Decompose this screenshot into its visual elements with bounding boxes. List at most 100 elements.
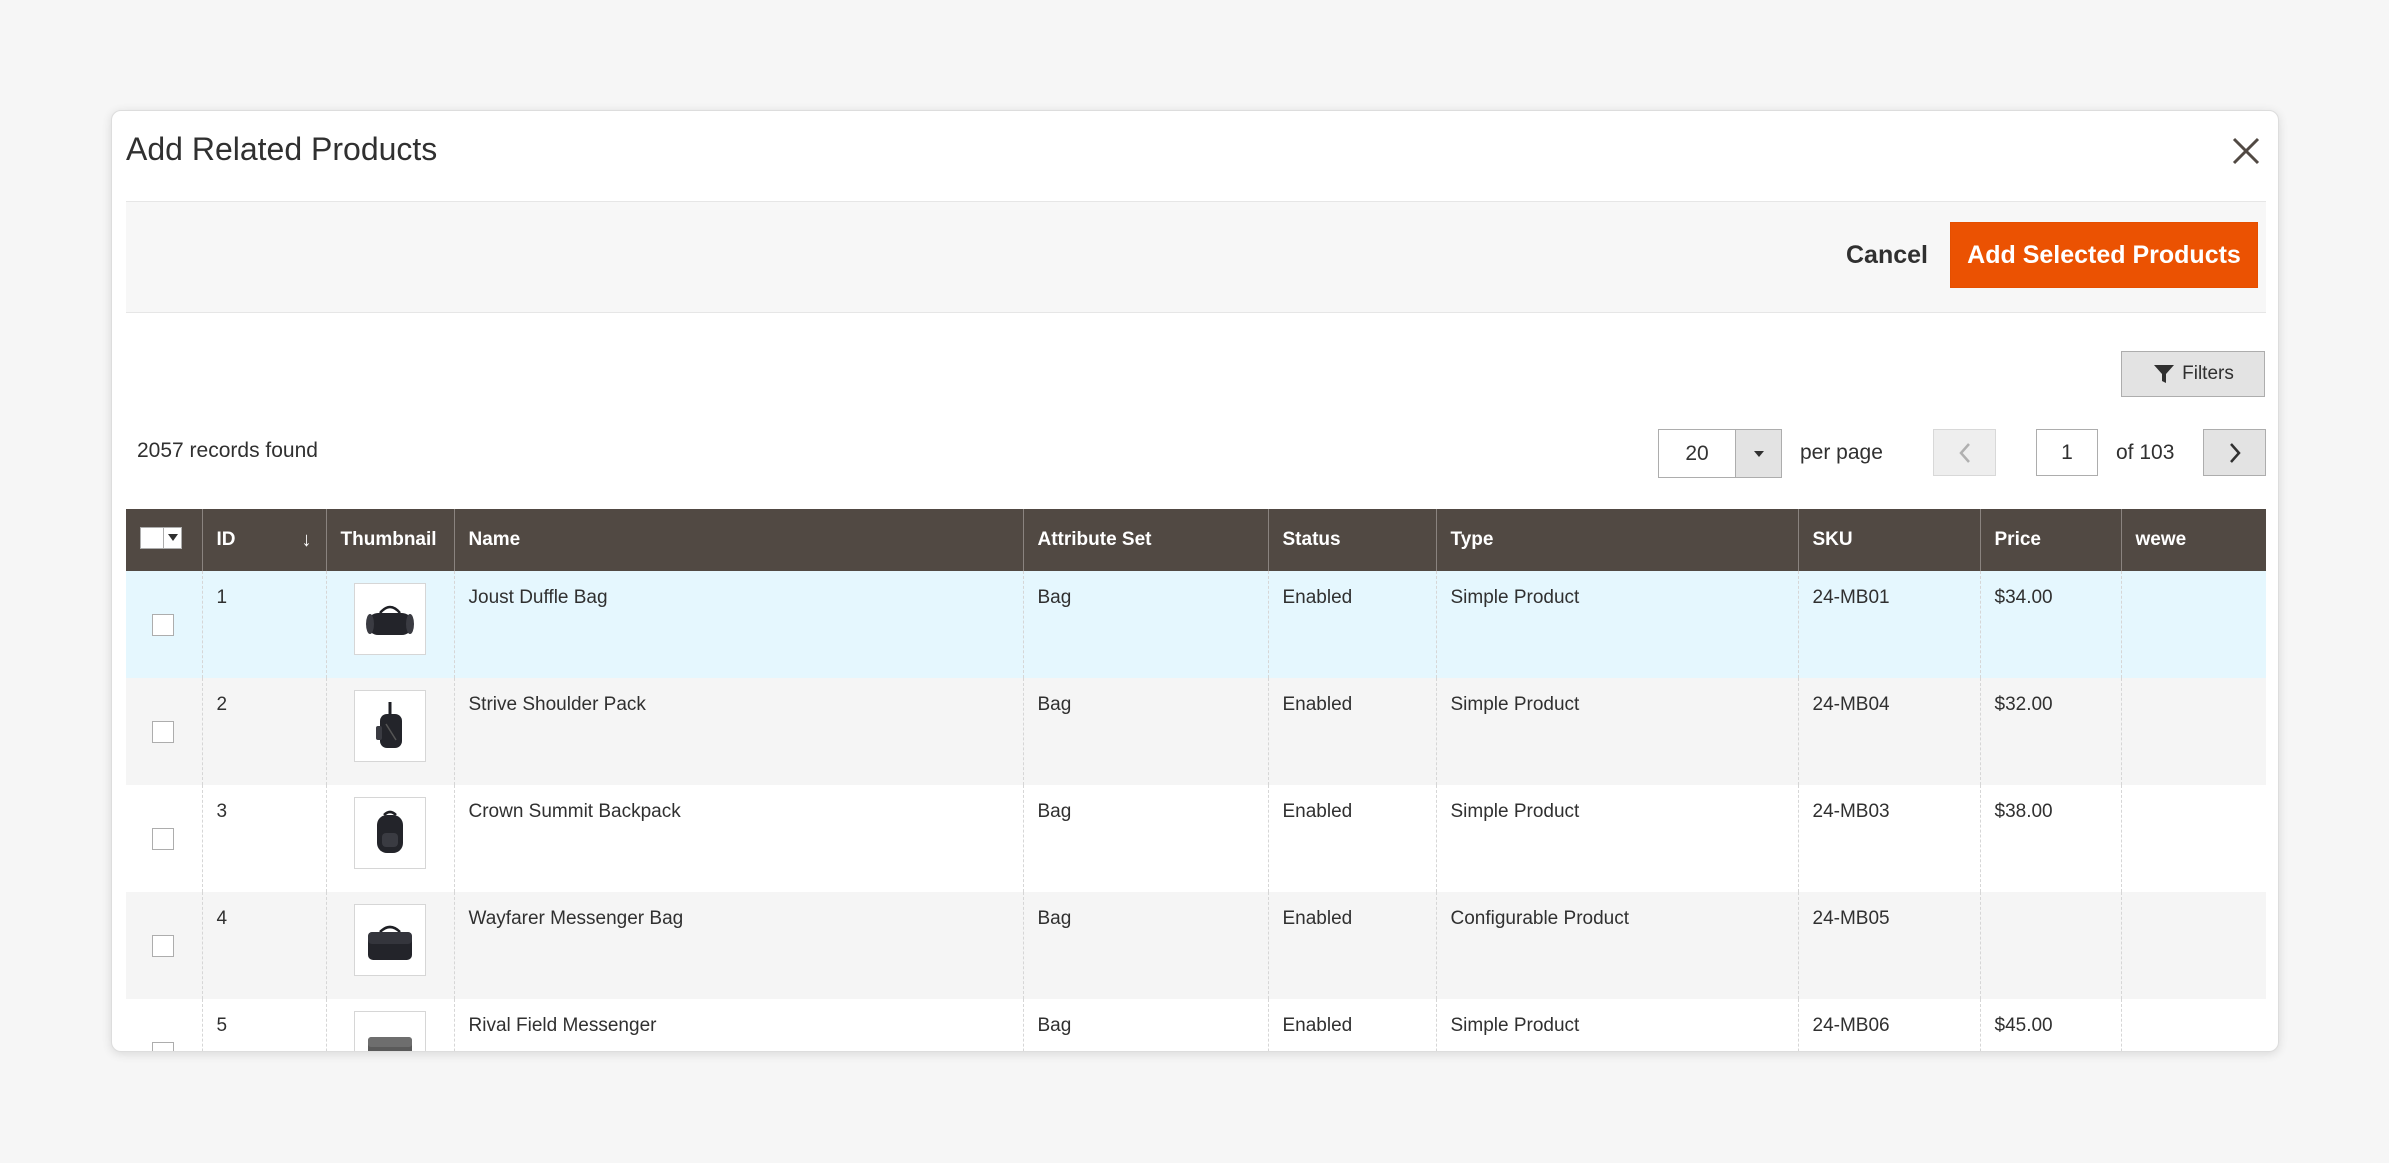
table-row[interactable]: 4 Wayfarer Messenger Bag Bag Enabled Con… <box>126 892 2266 999</box>
table-row[interactable]: 2 Strive Shoulder Pack Bag Enabled Simpl… <box>126 678 2266 785</box>
thumbnail-cell <box>325 892 454 999</box>
row-select-cell <box>126 785 202 892</box>
id-cell: 3 <box>201 785 326 892</box>
column-header-thumbnail: Thumbnail <box>325 509 454 571</box>
mass-select-dropdown[interactable] <box>140 526 182 549</box>
add-selected-products-button[interactable]: Add Selected Products <box>1950 222 2258 288</box>
id-cell: 2 <box>201 678 326 785</box>
type-cell: Simple Product <box>1435 999 1798 1051</box>
column-header-price[interactable]: Price <box>1979 509 2121 571</box>
mass-select-checkbox[interactable] <box>141 527 164 548</box>
sku-cell: 24-MB05 <box>1797 892 1980 999</box>
type-cell: Simple Product <box>1435 571 1798 678</box>
table-row[interactable]: 5 Rival Field Messenger Bag Enabled Simp… <box>126 999 2266 1051</box>
column-header-sku[interactable]: SKU <box>1797 509 1980 571</box>
sku-cell: 24-MB04 <box>1797 678 1980 785</box>
current-page-input[interactable] <box>2036 429 2098 476</box>
shoulder-pack-icon <box>375 702 402 748</box>
wewe-cell <box>2120 999 2266 1051</box>
sort-descending-icon: ↓ <box>301 528 312 551</box>
wewe-cell <box>2120 892 2266 999</box>
row-checkbox[interactable] <box>152 1042 174 1051</box>
product-thumbnail[interactable] <box>353 690 426 762</box>
total-pages-label: of 103 <box>2116 441 2175 464</box>
name-cell: Strive Shoulder Pack <box>453 678 1023 785</box>
status-cell: Enabled <box>1267 999 1436 1051</box>
product-thumbnail[interactable] <box>353 904 426 976</box>
type-cell: Simple Product <box>1435 785 1798 892</box>
thumbnail-cell <box>325 571 454 678</box>
price-cell: $45.00 <box>1979 999 2121 1051</box>
status-cell: Enabled <box>1267 785 1436 892</box>
id-cell: 5 <box>201 999 326 1051</box>
product-thumbnail[interactable] <box>353 583 426 655</box>
add-related-products-modal: Add Related Products Cancel Add Selected… <box>111 110 2279 1052</box>
wewe-cell <box>2120 785 2266 892</box>
next-page-button[interactable] <box>2203 429 2266 476</box>
name-cell: Wayfarer Messenger Bag <box>453 892 1023 999</box>
chevron-left-icon <box>1958 442 1970 463</box>
backpack-icon <box>376 810 403 853</box>
column-label-id: ID <box>216 528 236 550</box>
row-checkbox[interactable] <box>152 721 174 743</box>
id-cell: 4 <box>201 892 326 999</box>
table-row[interactable]: 3 Crown Summit Backpack Bag Enabled Simp… <box>126 785 2266 892</box>
price-cell: $34.00 <box>1979 571 2121 678</box>
filter-icon <box>2154 365 2175 383</box>
per-page-value: 20 <box>1659 430 1736 477</box>
type-cell: Configurable Product <box>1435 892 1798 999</box>
mass-select-header[interactable] <box>126 509 202 571</box>
cancel-button[interactable]: Cancel <box>1826 222 1948 288</box>
sku-cell: 24-MB03 <box>1797 785 1980 892</box>
per-page-dropdown-toggle[interactable] <box>1736 430 1781 477</box>
column-header-type[interactable]: Type <box>1435 509 1798 571</box>
product-thumbnail[interactable] <box>353 797 426 869</box>
row-checkbox[interactable] <box>152 935 174 957</box>
product-thumbnail[interactable] <box>353 1011 426 1051</box>
close-button[interactable] <box>2224 129 2268 173</box>
row-checkbox[interactable] <box>152 614 174 636</box>
modal-action-bar: Cancel Add Selected Products <box>126 201 2266 313</box>
price-cell <box>1979 892 2121 999</box>
filters-button[interactable]: Filters <box>2121 351 2265 397</box>
thumbnail-cell <box>325 999 454 1051</box>
close-icon <box>2232 137 2260 165</box>
column-header-wewe[interactable]: wewe <box>2120 509 2266 571</box>
previous-page-button[interactable] <box>1933 429 1996 476</box>
column-header-name[interactable]: Name <box>453 509 1023 571</box>
thumbnail-cell <box>325 785 454 892</box>
messenger-bag-icon <box>367 925 412 960</box>
id-cell: 1 <box>201 571 326 678</box>
sku-cell: 24-MB06 <box>1797 999 1980 1051</box>
status-cell: Enabled <box>1267 678 1436 785</box>
price-cell: $32.00 <box>1979 678 2121 785</box>
chevron-right-icon <box>2229 442 2241 463</box>
price-cell: $38.00 <box>1979 785 2121 892</box>
name-cell: Joust Duffle Bag <box>453 571 1023 678</box>
table-row[interactable]: 1 Joust Duffle Bag Bag Enabled Simple Pr… <box>126 571 2266 678</box>
column-header-attribute-set[interactable]: Attribute Set <box>1022 509 1268 571</box>
status-cell: Enabled <box>1267 571 1436 678</box>
row-checkbox[interactable] <box>152 828 174 850</box>
sku-cell: 24-MB01 <box>1797 571 1980 678</box>
row-select-cell <box>126 999 202 1051</box>
products-grid: ID ↓ Thumbnail Name Attribute Set Status… <box>126 509 2266 1051</box>
column-header-status[interactable]: Status <box>1267 509 1436 571</box>
per-page-label: per page <box>1800 441 1883 464</box>
attribute-set-cell: Bag <box>1022 571 1268 678</box>
row-select-cell <box>126 678 202 785</box>
column-header-id[interactable]: ID ↓ <box>201 509 326 571</box>
attribute-set-cell: Bag <box>1022 785 1268 892</box>
modal-title: Add Related Products <box>126 131 438 167</box>
row-select-cell <box>126 571 202 678</box>
name-cell: Crown Summit Backpack <box>453 785 1023 892</box>
grid-header-row: ID ↓ Thumbnail Name Attribute Set Status… <box>126 509 2266 571</box>
attribute-set-cell: Bag <box>1022 892 1268 999</box>
name-cell: Rival Field Messenger <box>453 999 1023 1051</box>
filters-label: Filters <box>2182 363 2234 384</box>
caret-down-icon <box>167 534 178 541</box>
attribute-set-cell: Bag <box>1022 999 1268 1051</box>
per-page-select[interactable]: 20 <box>1658 429 1782 478</box>
chevron-down-icon <box>1753 450 1764 457</box>
wewe-cell <box>2120 678 2266 785</box>
